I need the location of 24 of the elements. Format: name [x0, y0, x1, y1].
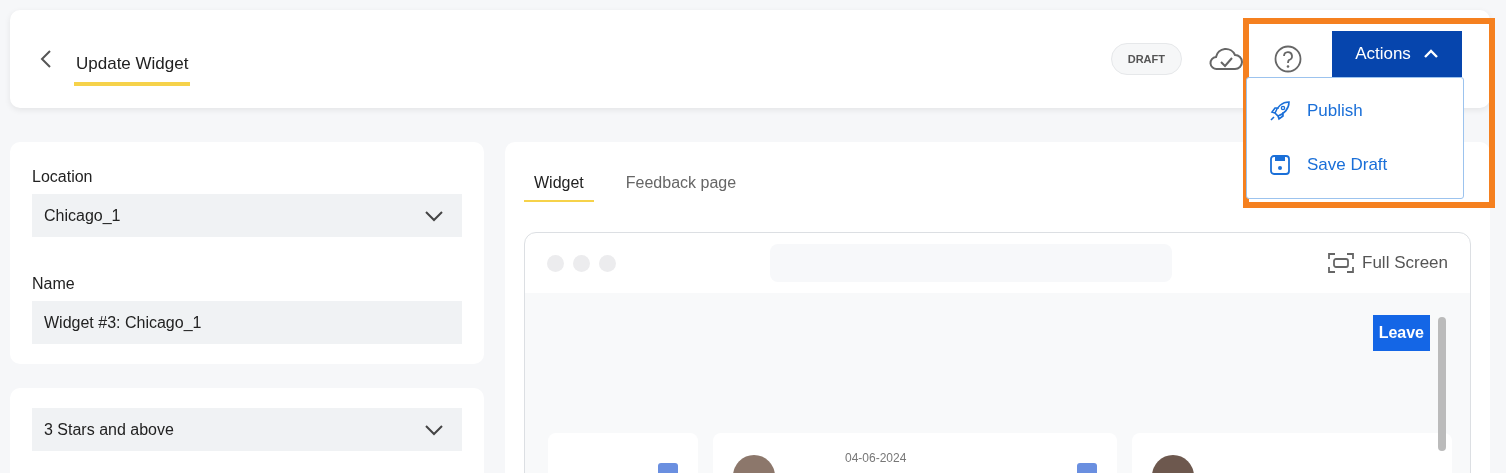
tab[interactable]: Feedback page	[615, 168, 747, 202]
field-label: Name	[32, 275, 76, 293]
menu-item[interactable]: Publish	[1247, 84, 1463, 138]
name-input-field[interactable]: Widget #3: Chicago_1	[32, 301, 462, 344]
chevron-down-icon	[424, 209, 444, 222]
leave-review-button[interactable]: Leave	[1372, 315, 1430, 351]
tab[interactable]: Widget	[524, 168, 594, 202]
rocket-icon	[1269, 100, 1291, 122]
status-badge: DRAFT	[1110, 43, 1182, 75]
full-screen-button[interactable]: Full Screen	[1328, 252, 1448, 274]
caret-icon	[1422, 49, 1439, 59]
cloud-check-icon[interactable]	[1208, 45, 1244, 73]
location-select[interactable]: Chicago_1	[32, 194, 462, 237]
menu-item[interactable]: Save Draft	[1247, 138, 1463, 192]
scrollbar[interactable]	[1438, 317, 1446, 451]
chevron-down-icon	[424, 423, 444, 436]
actions-button[interactable]: Actions	[1332, 31, 1462, 77]
full-screen-icon	[1328, 252, 1354, 274]
review-date: 04-06-2024	[845, 451, 907, 465]
field-label: Location	[32, 168, 94, 186]
rating-filter-select[interactable]: 3 Stars and above	[32, 408, 462, 451]
page-title: Update Widget	[74, 44, 191, 86]
back-icon[interactable]	[40, 49, 52, 69]
help-icon[interactable]	[1274, 45, 1302, 73]
